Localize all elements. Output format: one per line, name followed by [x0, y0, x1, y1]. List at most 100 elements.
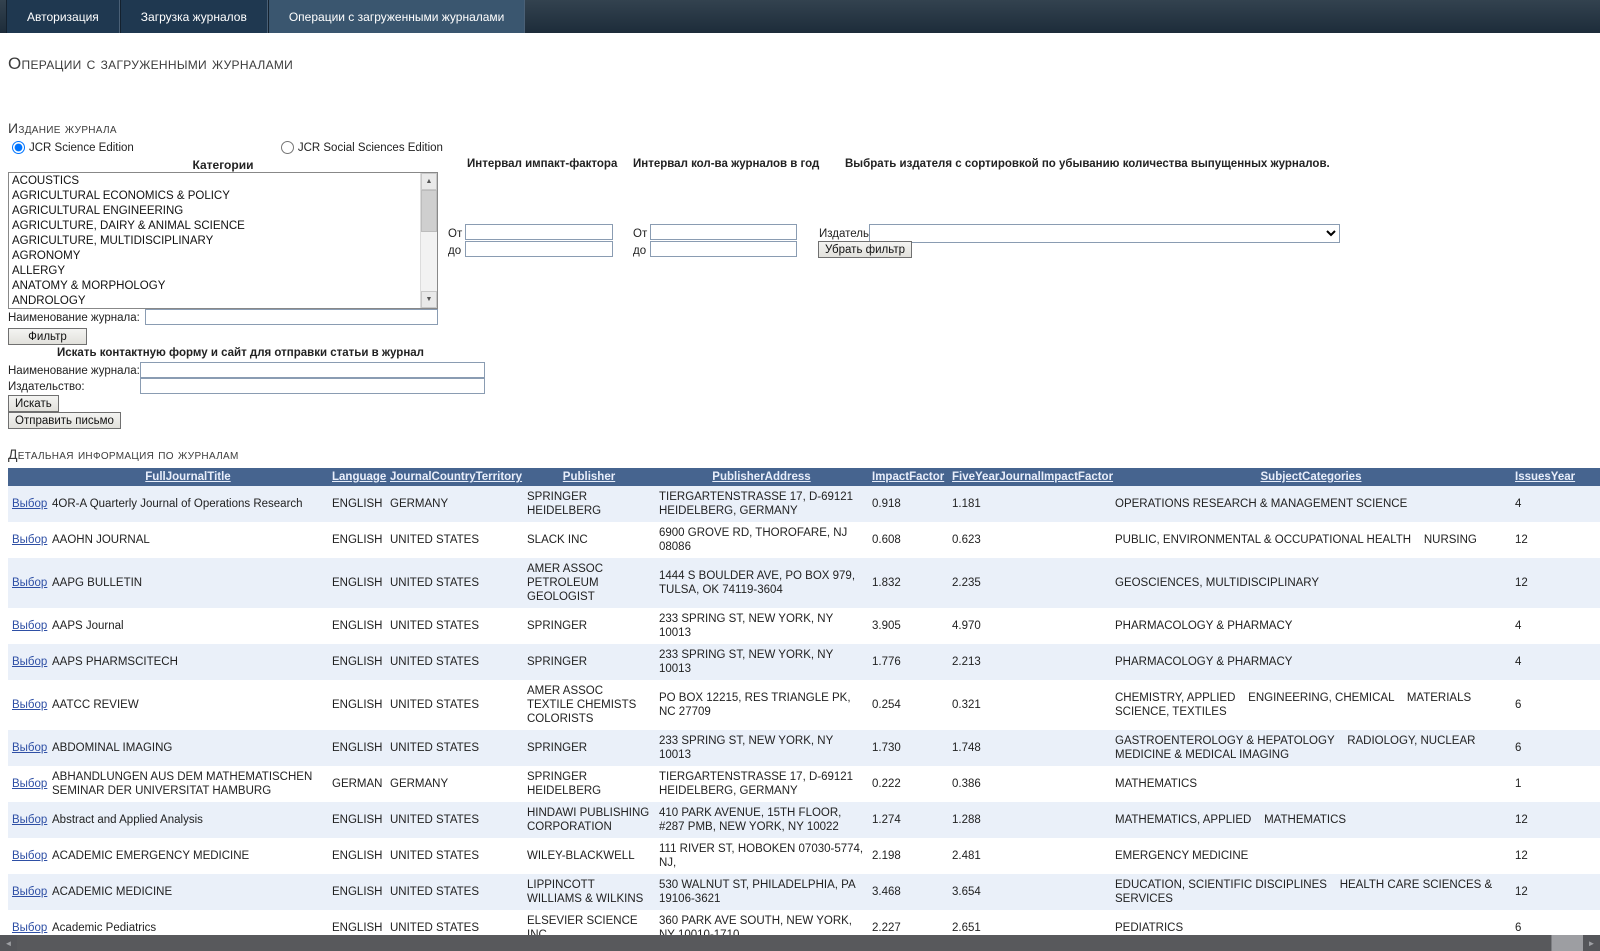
cell-select: Выбор	[8, 486, 48, 522]
search-button[interactable]: Искать	[8, 395, 59, 412]
select-row-link[interactable]: Выбор	[12, 699, 47, 711]
sort-five-year-impact-link[interactable]: FiveYearJournalImpactFactor	[952, 471, 1113, 483]
sort-country-link[interactable]: JournalCountryTerritory	[390, 471, 522, 483]
table-row: Выбор AAPG BULLETIN ENGLISH UNITED STATE…	[8, 558, 1600, 608]
select-row-link[interactable]: Выбор	[12, 534, 47, 546]
edition-heading: Издание журнала	[8, 120, 117, 136]
tab-authorization[interactable]: Авторизация	[6, 0, 120, 33]
select-row-link[interactable]: Выбор	[12, 498, 47, 510]
issues-from-label: От	[633, 228, 648, 240]
scroll-up-icon[interactable]: ▲	[421, 173, 437, 190]
cell-language: GERMAN	[332, 778, 383, 790]
scroll-down-icon[interactable]: ▼	[421, 291, 437, 308]
sort-subject-categories-link[interactable]: SubjectCategories	[1261, 471, 1362, 483]
scrollbar-thumb[interactable]	[421, 190, 437, 232]
publisher-select[interactable]	[869, 224, 1340, 243]
category-option[interactable]: AGRICULTURE, DAIRY & ANIMAL SCIENCE	[9, 219, 420, 234]
select-row-link[interactable]: Выбор	[12, 778, 47, 790]
select-row-link[interactable]: Выбор	[12, 577, 47, 589]
publisher-label: Издатель	[819, 228, 869, 240]
scroll-right-icon[interactable]: ►	[1583, 935, 1600, 951]
header-five-year-impact: FiveYearJournalImpactFactor	[948, 468, 1113, 486]
tab-operations-journals[interactable]: Операции с загруженными журналами	[267, 0, 526, 33]
contact-search-heading: Искать контактную форму и сайт для отпра…	[57, 347, 424, 359]
sort-impact-factor-link[interactable]: ImpactFactor	[872, 471, 944, 483]
categories-listbox[interactable]: ACOUSTICS AGRICULTURAL ECONOMICS & POLICY…	[8, 172, 438, 309]
cell-country: UNITED STATES	[386, 558, 523, 608]
impact-from-input[interactable]	[465, 224, 613, 240]
category-option[interactable]: AGRICULTURE, MULTIDISCIPLINARY	[9, 234, 420, 249]
sort-publisher-address-link[interactable]: PublisherAddress	[712, 471, 810, 483]
contact-publisher-input[interactable]	[140, 378, 485, 394]
impact-to-input[interactable]	[465, 241, 613, 257]
category-option[interactable]: ACOUSTICS	[9, 174, 420, 189]
sort-publisher-link[interactable]: Publisher	[563, 471, 615, 483]
contact-journal-name-input[interactable]	[140, 362, 485, 378]
cell-full-journal-title: AAPG BULLETIN	[48, 558, 328, 608]
radio-jcr-social-input[interactable]	[280, 141, 294, 154]
sort-language-link[interactable]: Language	[332, 471, 386, 483]
table-row: Выбор ABDOMINAL IMAGING ENGLISH UNITED S…	[8, 730, 1600, 766]
journal-name-input[interactable]	[145, 309, 438, 325]
category-option[interactable]: ALLERGY	[9, 264, 420, 279]
cell-impact-factor: 0.608	[872, 534, 901, 546]
remove-filter-button[interactable]: Убрать фильтр	[818, 241, 912, 258]
contact-journal-name-label: Наименование журнала:	[8, 365, 140, 377]
cell-publisher: AMER ASSOC TEXTILE CHEMISTS COLORISTS	[527, 685, 637, 725]
cell-impact-factor: 3.468	[868, 874, 948, 910]
cell-subject-categories: EMERGENCY MEDICINE	[1115, 850, 1249, 862]
select-row-link[interactable]: Выбор	[12, 850, 47, 862]
category-option[interactable]: AGRICULTURAL ENGINEERING	[9, 204, 420, 219]
tab-upload-journals[interactable]: Загрузка журналов	[119, 0, 268, 33]
cell-full-journal-title: ABHANDLUNGEN AUS DEM MATHEMATISCHEN SEMI…	[52, 771, 313, 797]
cell-publisher-address: 233 SPRING ST, NEW YORK, NY 10013	[655, 730, 868, 766]
scroll-left-icon[interactable]: ◄	[0, 935, 17, 951]
header-publisher: Publisher	[523, 468, 655, 486]
cell-publisher: LIPPINCOTT WILLIAMS & WILKINS	[523, 874, 655, 910]
filter-button[interactable]: Фильтр	[8, 328, 87, 345]
radio-jcr-science[interactable]: JCR Science Edition	[12, 141, 134, 154]
cell-select: Выбор	[8, 766, 48, 802]
cell-publisher-address: 1444 S BOULDER AVE, PO BOX 979, TULSA, O…	[655, 558, 868, 608]
cell-subject-categories: PHARMACOLOGY & PHARMACY	[1115, 620, 1293, 632]
select-row-link[interactable]: Выбор	[12, 886, 47, 898]
cell-full-journal-title: AAPS PHARMSCITECH	[48, 644, 328, 680]
cell-impact-factor: 3.905	[872, 620, 901, 632]
cell-publisher-address: TIERGARTENSTRASSE 17, D-69121 HEIDELBERG…	[655, 486, 868, 522]
table-heading: Детальная информация по журналам	[8, 446, 239, 462]
send-letter-button[interactable]: Отправить письмо	[8, 412, 121, 429]
table-row: Выбор 4OR-A Quarterly Journal of Operati…	[8, 486, 1600, 522]
cell-publisher-address: 410 PARK AVENUE, 15TH FLOOR, #287 PMB, N…	[655, 802, 868, 838]
radio-jcr-science-input[interactable]	[12, 141, 25, 154]
scrollbar-track[interactable]	[421, 232, 437, 291]
category-option[interactable]: AGRICULTURAL ECONOMICS & POLICY	[9, 189, 420, 204]
cell-five-year-impact: 1.181	[948, 486, 1111, 522]
sort-full-journal-title-link[interactable]: FullJournalTitle	[145, 471, 230, 483]
categories-scrollbar[interactable]: ▲ ▼	[420, 173, 437, 308]
radio-jcr-social[interactable]: JCR Social Sciences Edition	[280, 141, 443, 154]
cell-language: ENGLISH	[332, 699, 383, 711]
category-option[interactable]: ANDROLOGY	[9, 294, 420, 308]
journals-table: FullJournalTitle Language JournalCountry…	[8, 468, 1600, 951]
cell-language: ENGLISH	[328, 802, 386, 838]
select-row-link[interactable]: Выбор	[12, 814, 47, 826]
issues-to-input[interactable]	[650, 241, 797, 257]
category-option[interactable]: ANATOMY & MORPHOLOGY	[9, 279, 420, 294]
select-row-link[interactable]: Выбор	[12, 742, 47, 754]
select-row-link[interactable]: Выбор	[12, 922, 47, 934]
horizontal-scrollbar[interactable]: ◄ ►	[0, 935, 1600, 951]
cell-impact-factor: 1.730	[868, 730, 948, 766]
cell-publisher: SPRINGER	[523, 644, 655, 680]
cell-full-journal-title: ACADEMIC EMERGENCY MEDICINE	[52, 850, 250, 862]
cell-country: UNITED STATES	[386, 874, 523, 910]
category-option[interactable]: AGRONOMY	[9, 249, 420, 264]
select-row-link[interactable]: Выбор	[12, 620, 47, 632]
radio-jcr-social-label: JCR Social Sciences Edition	[297, 141, 443, 154]
publisher-sort-title: Выбрать издателя с сортировкой по убыван…	[845, 158, 1330, 170]
cell-publisher: SPRINGER	[523, 730, 655, 766]
issues-from-input[interactable]	[650, 224, 797, 240]
header-language: Language	[328, 468, 386, 486]
select-row-link[interactable]: Выбор	[12, 656, 47, 668]
hscroll-thumb[interactable]	[0, 935, 1552, 951]
sort-issues-year-link[interactable]: IssuesYear	[1515, 471, 1575, 483]
